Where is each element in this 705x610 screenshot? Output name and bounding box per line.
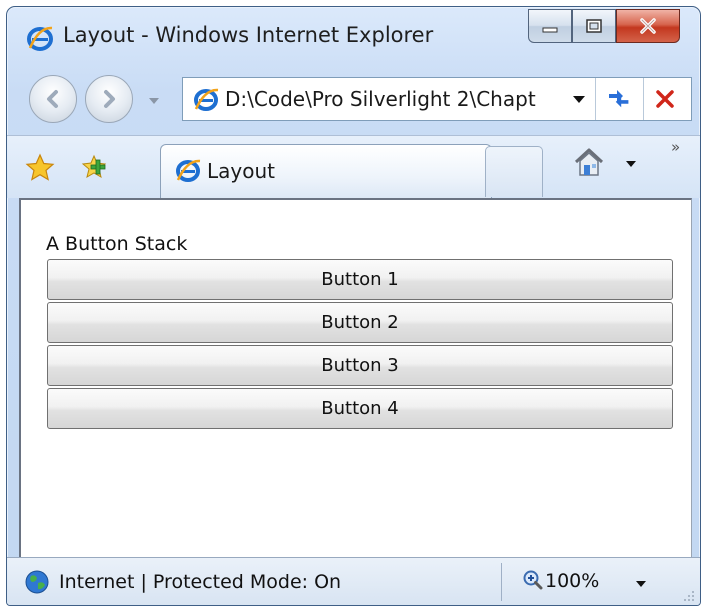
page-content: A Button Stack Button 1 Button 2 Button …	[19, 198, 692, 559]
ie-tab-icon	[176, 159, 201, 182]
ie-logo-icon	[27, 26, 53, 51]
button-stack: Button 1 Button 2 Button 3 Button 4	[47, 259, 673, 431]
security-zone-text[interactable]: Internet | Protected Mode: On	[59, 571, 341, 593]
maximize-button[interactable]	[572, 9, 616, 43]
address-divider	[595, 78, 596, 120]
back-icon	[47, 90, 58, 108]
refresh-icon	[609, 90, 629, 108]
navigation-bar: D:\Code\Pro Silverlight 2\Chapt	[7, 69, 700, 133]
window-title: Layout - Windows Internet Explorer	[63, 23, 434, 47]
address-divider	[643, 78, 644, 120]
browser-window: Layout - Windows Internet Explorer D:\Co…	[6, 6, 701, 606]
minimize-button[interactable]	[528, 9, 572, 43]
home-icon[interactable]	[572, 146, 606, 178]
favorites-star-icon[interactable]	[25, 153, 55, 183]
forward-icon	[104, 90, 115, 108]
window-controls	[528, 9, 680, 45]
recent-pages-dropdown-icon[interactable]	[148, 97, 160, 105]
button-2[interactable]: Button 2	[47, 302, 673, 343]
globe-icon	[25, 570, 49, 594]
tab-label: Layout	[207, 159, 275, 183]
chevron-down-icon	[573, 95, 585, 103]
stop-button[interactable]	[649, 85, 681, 113]
ie-page-icon	[194, 88, 219, 111]
stop-icon	[656, 90, 674, 108]
zoom-icon[interactable]	[523, 570, 543, 592]
tab-layout[interactable]: Layout	[160, 144, 492, 199]
add-favorite-icon[interactable]	[79, 153, 109, 183]
zoom-level[interactable]: 100%	[545, 570, 599, 592]
tab-bar: Layout »	[7, 135, 700, 199]
address-bar[interactable]: D:\Code\Pro Silverlight 2\Chapt	[182, 77, 692, 121]
status-bar: Internet | Protected Mode: On 100%	[7, 557, 700, 605]
resize-grip-icon[interactable]	[681, 588, 695, 602]
title-bar[interactable]: Layout - Windows Internet Explorer	[7, 7, 700, 67]
back-button[interactable]	[29, 75, 77, 123]
maximize-icon	[586, 19, 602, 33]
status-divider	[501, 563, 502, 601]
more-commands-icon[interactable]: »	[671, 138, 680, 156]
address-dropdown-button[interactable]	[569, 89, 589, 109]
close-window-button[interactable]	[616, 9, 680, 43]
button-3[interactable]: Button 3	[47, 345, 673, 386]
address-input[interactable]: D:\Code\Pro Silverlight 2\Chapt	[225, 87, 536, 111]
button-4[interactable]: Button 4	[47, 388, 673, 429]
button-1[interactable]: Button 1	[47, 259, 673, 300]
close-icon	[640, 18, 656, 34]
minimize-icon	[542, 27, 558, 33]
zoom-dropdown-icon[interactable]	[635, 580, 647, 588]
home-dropdown-icon[interactable]	[625, 160, 637, 168]
refresh-button[interactable]	[603, 85, 635, 113]
new-tab-button[interactable]	[485, 146, 543, 197]
forward-button[interactable]	[85, 75, 133, 123]
stack-title: A Button Stack	[46, 233, 188, 255]
